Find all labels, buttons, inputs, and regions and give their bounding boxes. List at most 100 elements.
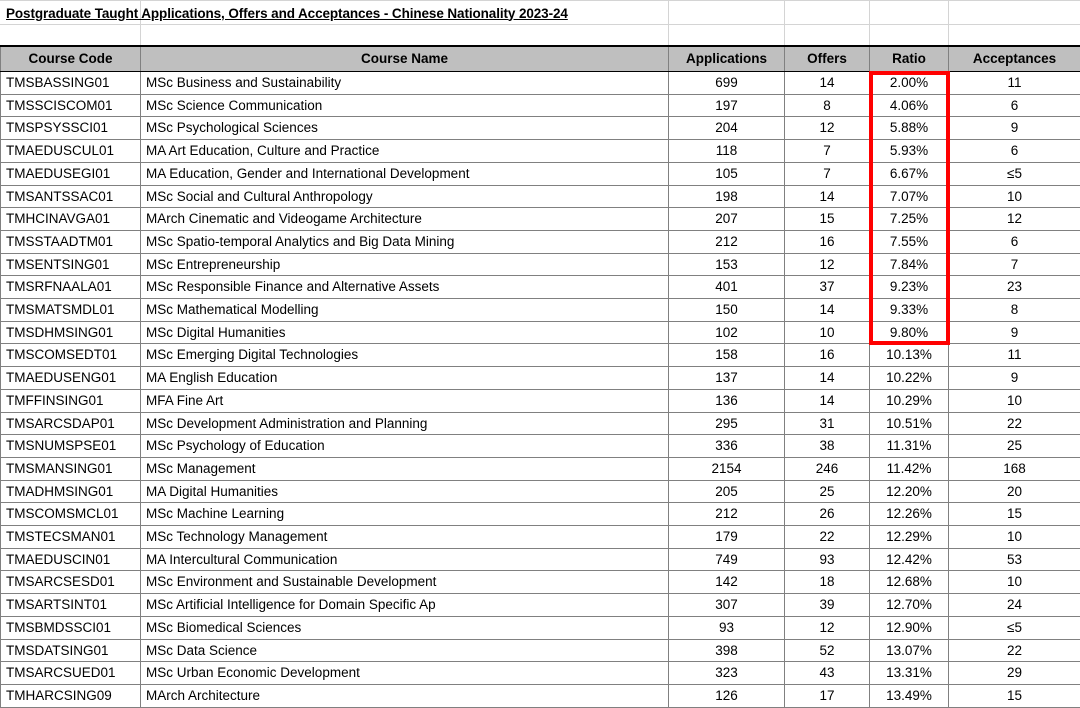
cell-offers[interactable]: 93 xyxy=(785,548,870,571)
cell-course-name[interactable]: MSc Business and Sustainability xyxy=(141,72,669,95)
cell-course-code[interactable]: TMSDATSING01 xyxy=(1,639,141,662)
cell-acceptances[interactable]: 10 xyxy=(949,526,1080,549)
table-row[interactable]: TMSARTSINT01MSc Artificial Intelligence … xyxy=(1,594,1080,617)
column-header-offers[interactable]: Offers xyxy=(785,46,870,72)
cell-applications[interactable]: 153 xyxy=(669,253,785,276)
cell-acceptances[interactable]: 29 xyxy=(949,662,1080,685)
table-row[interactable]: TMSARCSESD01MSc Environment and Sustaina… xyxy=(1,571,1080,594)
cell-course-code[interactable]: TMSBMDSSCI01 xyxy=(1,616,141,639)
cell-ratio[interactable]: 10.29% xyxy=(870,389,949,412)
cell-applications[interactable]: 179 xyxy=(669,526,785,549)
cell-applications[interactable]: 212 xyxy=(669,503,785,526)
cell-offers[interactable]: 39 xyxy=(785,594,870,617)
cell-applications[interactable]: 207 xyxy=(669,208,785,231)
table-row[interactable]: TMSDATSING01MSc Data Science3985213.07%2… xyxy=(1,639,1080,662)
cell-course-code[interactable]: TMSENTSING01 xyxy=(1,253,141,276)
cell-course-code[interactable]: TMSMANSING01 xyxy=(1,457,141,480)
cell-offers[interactable]: 10 xyxy=(785,321,870,344)
cell-course-name[interactable]: MSc Technology Management xyxy=(141,526,669,549)
cell-offers[interactable]: 43 xyxy=(785,662,870,685)
cell-applications[interactable]: 102 xyxy=(669,321,785,344)
cell-applications[interactable]: 142 xyxy=(669,571,785,594)
cell-applications[interactable]: 158 xyxy=(669,344,785,367)
cell-course-code[interactable]: TMHARCSING09 xyxy=(1,684,141,707)
cell-course-name[interactable]: MArch Architecture xyxy=(141,684,669,707)
cell-course-name[interactable]: MSc Spatio-temporal Analytics and Big Da… xyxy=(141,230,669,253)
cell-applications[interactable]: 307 xyxy=(669,594,785,617)
cell-applications[interactable]: 204 xyxy=(669,117,785,140)
cell-course-code[interactable]: TMAEDUSENG01 xyxy=(1,367,141,390)
cell-course-name[interactable]: MSc Science Communication xyxy=(141,94,669,117)
cell-offers[interactable]: 16 xyxy=(785,230,870,253)
cell-course-code[interactable]: TMHCINAVGA01 xyxy=(1,208,141,231)
cell-ratio[interactable]: 9.23% xyxy=(870,276,949,299)
cell-acceptances[interactable]: 168 xyxy=(949,457,1080,480)
table-row[interactable]: TMAEDUSEGI01MA Education, Gender and Int… xyxy=(1,162,1080,185)
cell-course-name[interactable]: MSc Emerging Digital Technologies xyxy=(141,344,669,367)
column-header-course-code[interactable]: Course Code xyxy=(1,46,141,72)
table-row[interactable]: TMSMANSING01MSc Management215424611.42%1… xyxy=(1,457,1080,480)
cell-offers[interactable]: 37 xyxy=(785,276,870,299)
cell-applications[interactable]: 137 xyxy=(669,367,785,390)
cell-course-code[interactable]: TMSSCISCOM01 xyxy=(1,94,141,117)
cell-applications[interactable]: 105 xyxy=(669,162,785,185)
cell-course-name[interactable]: MSc Management xyxy=(141,457,669,480)
cell-course-name[interactable]: MA English Education xyxy=(141,367,669,390)
cell-offers[interactable]: 17 xyxy=(785,684,870,707)
cell-course-code[interactable]: TMFFINSING01 xyxy=(1,389,141,412)
table-row[interactable]: TMSARCSDAP01MSc Development Administrati… xyxy=(1,412,1080,435)
cell-applications[interactable]: 126 xyxy=(669,684,785,707)
cell-course-name[interactable]: MSc Social and Cultural Anthropology xyxy=(141,185,669,208)
cell-course-name[interactable]: MSc Machine Learning xyxy=(141,503,669,526)
cell-ratio[interactable]: 9.80% xyxy=(870,321,949,344)
cell-ratio[interactable]: 12.26% xyxy=(870,503,949,526)
cell-course-name[interactable]: MFA Fine Art xyxy=(141,389,669,412)
cell-course-name[interactable]: MSc Mathematical Modelling xyxy=(141,299,669,322)
cell-ratio[interactable]: 12.68% xyxy=(870,571,949,594)
cell-ratio[interactable]: 12.90% xyxy=(870,616,949,639)
cell-course-code[interactable]: TMADHMSING01 xyxy=(1,480,141,503)
cell-acceptances[interactable]: 22 xyxy=(949,639,1080,662)
cell-applications[interactable]: 198 xyxy=(669,185,785,208)
cell-course-name[interactable]: MSc Data Science xyxy=(141,639,669,662)
cell-course-name[interactable]: MSc Artificial Intelligence for Domain S… xyxy=(141,594,669,617)
cell-acceptances[interactable]: 22 xyxy=(949,412,1080,435)
table-row[interactable]: TMSRFNAALA01MSc Responsible Finance and … xyxy=(1,276,1080,299)
cell-acceptances[interactable]: 15 xyxy=(949,684,1080,707)
cell-course-name[interactable]: MSc Psychological Sciences xyxy=(141,117,669,140)
cell-course-code[interactable]: TMSPSYSSCI01 xyxy=(1,117,141,140)
cell-course-name[interactable]: MSc Digital Humanities xyxy=(141,321,669,344)
cell-acceptances[interactable]: 11 xyxy=(949,344,1080,367)
cell-offers[interactable]: 16 xyxy=(785,344,870,367)
cell-applications[interactable]: 699 xyxy=(669,72,785,95)
cell-course-name[interactable]: MSc Entrepreneurship xyxy=(141,253,669,276)
cell-acceptances[interactable]: 11 xyxy=(949,72,1080,95)
cell-offers[interactable]: 12 xyxy=(785,117,870,140)
cell-offers[interactable]: 26 xyxy=(785,503,870,526)
table-row[interactable]: TMFFINSING01MFA Fine Art1361410.29%10 xyxy=(1,389,1080,412)
cell-offers[interactable]: 8 xyxy=(785,94,870,117)
cell-acceptances[interactable]: ≤5 xyxy=(949,616,1080,639)
cell-applications[interactable]: 205 xyxy=(669,480,785,503)
cell-course-code[interactable]: TMSCOMSMCL01 xyxy=(1,503,141,526)
cell-course-name[interactable]: MA Digital Humanities xyxy=(141,480,669,503)
cell-ratio[interactable]: 7.07% xyxy=(870,185,949,208)
cell-offers[interactable]: 31 xyxy=(785,412,870,435)
cell-acceptances[interactable]: 9 xyxy=(949,367,1080,390)
cell-applications[interactable]: 295 xyxy=(669,412,785,435)
cell-ratio[interactable]: 7.55% xyxy=(870,230,949,253)
cell-acceptances[interactable]: 6 xyxy=(949,94,1080,117)
cell-offers[interactable]: 7 xyxy=(785,162,870,185)
cell-course-name[interactable]: MSc Psychology of Education xyxy=(141,435,669,458)
cell-ratio[interactable]: 10.22% xyxy=(870,367,949,390)
cell-ratio[interactable]: 11.31% xyxy=(870,435,949,458)
cell-course-code[interactable]: TMSARTSINT01 xyxy=(1,594,141,617)
cell-course-name[interactable]: MSc Environment and Sustainable Developm… xyxy=(141,571,669,594)
cell-offers[interactable]: 25 xyxy=(785,480,870,503)
table-row[interactable]: TMSSCISCOM01MSc Science Communication197… xyxy=(1,94,1080,117)
cell-course-code[interactable]: TMAEDUSEGI01 xyxy=(1,162,141,185)
cell-acceptances[interactable]: 8 xyxy=(949,299,1080,322)
cell-course-name[interactable]: MSc Urban Economic Development xyxy=(141,662,669,685)
cell-applications[interactable]: 197 xyxy=(669,94,785,117)
table-row[interactable]: TMSBMDSSCI01MSc Biomedical Sciences93121… xyxy=(1,616,1080,639)
